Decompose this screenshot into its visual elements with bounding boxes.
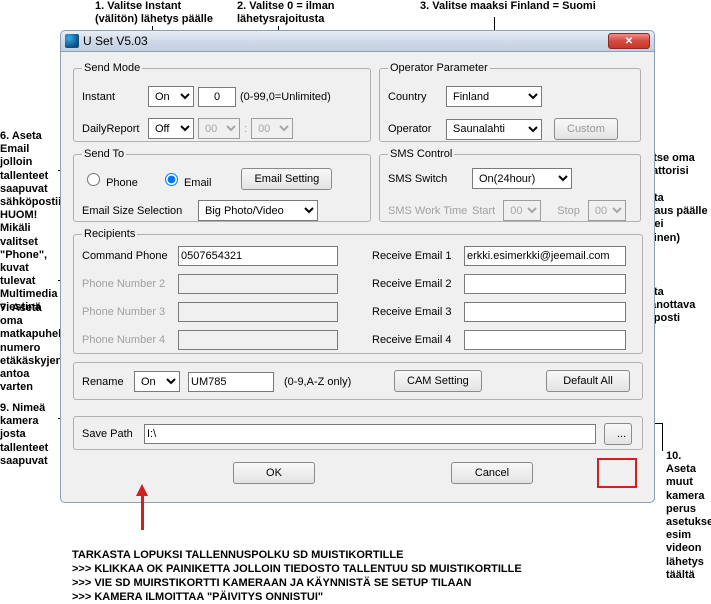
label-recv-email1: Receive Email 1 bbox=[372, 250, 460, 262]
annot-1: 1. Valitse Instant (välitön) lähetys pää… bbox=[95, 0, 215, 26]
ok-button[interactable]: OK bbox=[233, 462, 315, 484]
label-recv-email2: Receive Email 2 bbox=[372, 278, 460, 290]
radio-email-text: Email bbox=[184, 177, 212, 189]
label-sms-switch: SMS Switch bbox=[388, 173, 468, 185]
window-titlebar: U Set V5.03 ✕ bbox=[60, 30, 655, 52]
radio-phone-label[interactable]: Phone bbox=[82, 170, 138, 189]
app-icon bbox=[65, 34, 79, 48]
legend-operator-parameter: Operator Parameter bbox=[388, 62, 490, 74]
phone3-input bbox=[178, 302, 338, 322]
recv-email2-input[interactable] bbox=[464, 274, 626, 294]
radio-phone-text: Phone bbox=[106, 177, 138, 189]
daily-min-select: 00 bbox=[251, 118, 293, 139]
group-operator-parameter: Operator Parameter Country Finland Opera… bbox=[379, 62, 641, 142]
legend-send-mode: Send Mode bbox=[82, 62, 142, 74]
sms-stop-select: 00 bbox=[588, 200, 626, 221]
daily-hour-select: 00 bbox=[198, 118, 240, 139]
label-stop: Stop bbox=[557, 205, 580, 217]
country-select[interactable]: Finland bbox=[446, 86, 542, 107]
daily-report-select[interactable]: Off bbox=[148, 118, 194, 139]
close-icon: ✕ bbox=[625, 36, 633, 47]
annot-6: 6. Aseta Email jolloin tallenteet saapuv… bbox=[0, 130, 60, 315]
group-send-to: Send To Phone Email Email Setting Email … bbox=[73, 148, 371, 222]
label-recv-email3: Receive Email 3 bbox=[372, 306, 460, 318]
recv-email4-input[interactable] bbox=[464, 330, 626, 350]
instant-mode-select[interactable]: On bbox=[148, 86, 194, 107]
label-phone2: Phone Number 2 bbox=[82, 278, 174, 290]
operator-select[interactable]: Saunalahti bbox=[446, 119, 542, 140]
radio-email-label[interactable]: Email bbox=[160, 170, 212, 189]
label-instant: Instant bbox=[82, 91, 144, 103]
radio-phone[interactable] bbox=[87, 173, 100, 186]
close-button[interactable]: ✕ bbox=[608, 33, 650, 49]
footer-line4: >>> KAMERA ILMOITTAA "PÄIVITYS ONNISTUI" bbox=[72, 590, 323, 604]
footer-line1: TARKASTA LOPUKSI TALLENNUSPOLKU SD MUIST… bbox=[72, 548, 403, 562]
save-path-input[interactable] bbox=[144, 424, 596, 444]
annot-9: 9. Nimeä kamera josta tallenteet saapuva… bbox=[0, 402, 60, 468]
window-title: U Set V5.03 bbox=[83, 34, 148, 48]
legend-send-to: Send To bbox=[82, 148, 126, 160]
label-email-size: Email Size Selection bbox=[82, 205, 194, 217]
colon-sep: : bbox=[244, 123, 247, 135]
cancel-button[interactable]: Cancel bbox=[451, 462, 533, 484]
annot-10: 10. Aseta muut kamera perus asetukset es… bbox=[666, 450, 711, 582]
group-recipients: Recipients Command Phone Phone Number 2 … bbox=[73, 228, 643, 354]
dialog-body: Send Mode Instant On (0-99,0=Unlimited) … bbox=[60, 52, 655, 503]
sms-switch-select[interactable]: On(24hour) bbox=[472, 168, 572, 189]
group-send-mode: Send Mode Instant On (0-99,0=Unlimited) … bbox=[73, 62, 371, 142]
label-save-path: Save Path bbox=[82, 428, 140, 440]
cam-setting-button[interactable]: CAM Setting bbox=[394, 370, 482, 392]
annot-3: 3. Valitse maaksi Finland = Suomi bbox=[420, 0, 620, 13]
label-start: Start bbox=[472, 205, 495, 217]
label-unlimited: (0-99,0=Unlimited) bbox=[240, 91, 331, 103]
rename-input[interactable] bbox=[188, 372, 274, 392]
annot-7: 7. Aseta oma matkapuhelin numero etäkäsk… bbox=[0, 302, 60, 394]
legend-recipients: Recipients bbox=[82, 228, 137, 240]
label-command-phone: Command Phone bbox=[82, 250, 174, 262]
phone2-input bbox=[178, 274, 338, 294]
instant-count-input[interactable] bbox=[198, 87, 236, 107]
browse-button[interactable]: ... bbox=[604, 423, 632, 445]
label-phone3: Phone Number 3 bbox=[82, 306, 174, 318]
custom-button[interactable]: Custom bbox=[554, 118, 618, 140]
email-size-select[interactable]: Big Photo/Video bbox=[198, 200, 318, 221]
footer-line3: >>> VIE SD MUIRSTIKORTTI KAMERAAN JA KÄY… bbox=[72, 576, 471, 590]
footer-line2: >>> KLIKKAA OK PAINIKETTA JOLLOIN TIEDOS… bbox=[72, 562, 522, 576]
email-setting-button[interactable]: Email Setting bbox=[241, 168, 332, 190]
annot-2: 2. Valitse 0 = ilman lähetysrajoitusta bbox=[237, 0, 357, 26]
command-phone-input[interactable] bbox=[178, 246, 338, 266]
default-all-button[interactable]: Default All bbox=[546, 370, 630, 392]
group-sms-control: SMS Control SMS Switch On(24hour) SMS Wo… bbox=[379, 148, 641, 222]
label-rename: Rename bbox=[82, 376, 130, 388]
recv-email1-input[interactable] bbox=[464, 246, 626, 266]
label-daily-report: DailyReport bbox=[82, 123, 144, 135]
radio-email[interactable] bbox=[165, 173, 178, 186]
label-country: Country bbox=[388, 91, 442, 103]
recv-email3-input[interactable] bbox=[464, 302, 626, 322]
label-recv-email4: Receive Email 4 bbox=[372, 334, 460, 346]
legend-sms-control: SMS Control bbox=[388, 148, 454, 160]
label-rename-hint: (0-9,A-Z only) bbox=[284, 376, 351, 388]
phone4-input bbox=[178, 330, 338, 350]
sms-start-select: 00 bbox=[503, 200, 541, 221]
rename-mode-select[interactable]: On bbox=[134, 371, 180, 392]
label-phone4: Phone Number 4 bbox=[82, 334, 174, 346]
label-operator: Operator bbox=[388, 123, 442, 135]
label-sms-work-time: SMS Work Time bbox=[388, 205, 468, 217]
